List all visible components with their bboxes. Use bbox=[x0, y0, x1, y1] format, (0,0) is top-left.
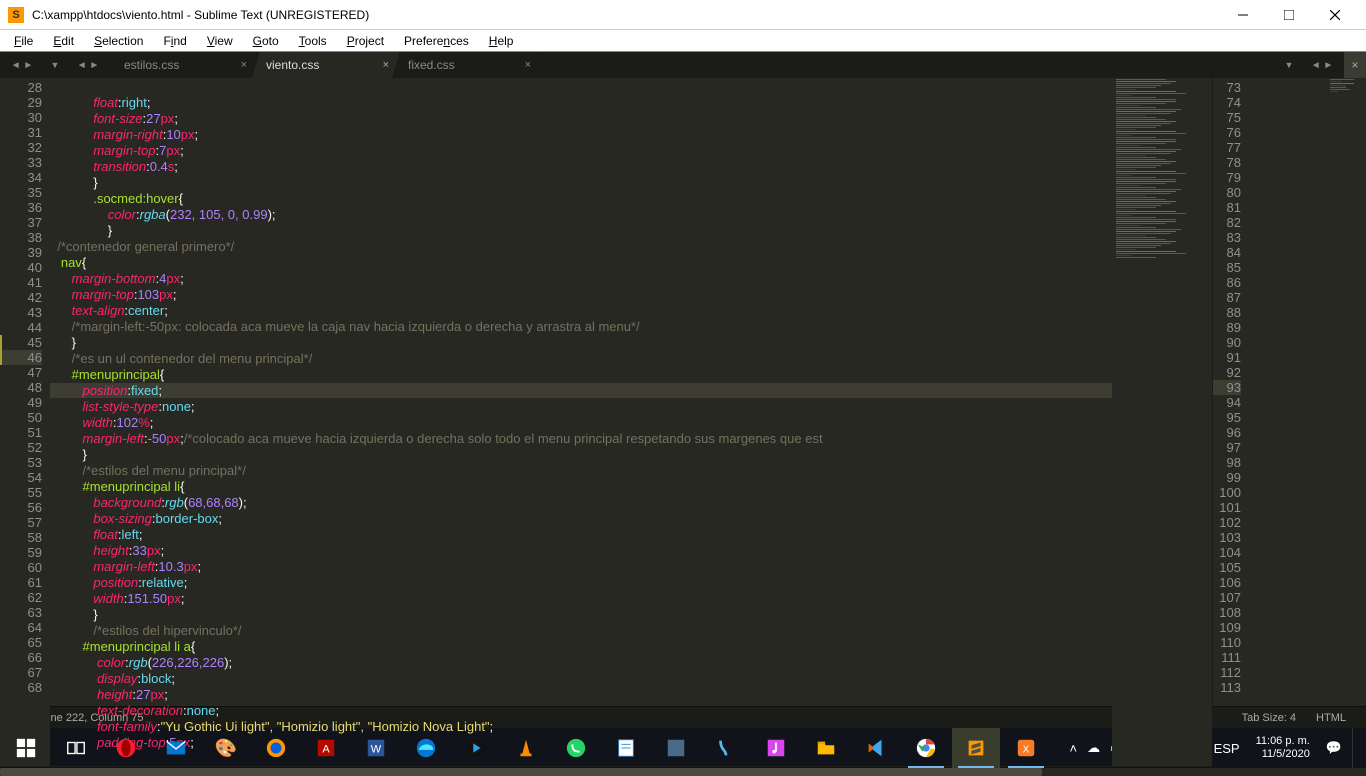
start-button[interactable] bbox=[2, 728, 50, 768]
close-icon[interactable]: × bbox=[383, 59, 389, 71]
pane-tab-dropdown-right[interactable]: ▼ bbox=[1278, 60, 1300, 70]
maximize-button[interactable] bbox=[1266, 0, 1312, 30]
taskbar-app-explorer[interactable] bbox=[802, 728, 850, 768]
title-bar: S C:\xampp\htdocs\viento.html - Sublime … bbox=[0, 0, 1366, 30]
taskbar-app-firefox[interactable] bbox=[252, 728, 300, 768]
show-desktop-button[interactable] bbox=[1352, 728, 1358, 768]
close-icon[interactable]: × bbox=[241, 59, 247, 71]
close-icon[interactable]: × bbox=[525, 59, 531, 71]
pane-tab-dropdown[interactable]: ▼ bbox=[44, 52, 66, 78]
app-logo-icon: S bbox=[8, 7, 24, 23]
line-gutter-right[interactable]: 7374757677787980818283848586878889909192… bbox=[1213, 78, 1247, 706]
task-view-button[interactable] bbox=[52, 728, 100, 768]
code-editor[interactable]: float:right; font-size:27px; margin-righ… bbox=[50, 78, 1112, 766]
editor-area: 2829303132333435363738394041424344454647… bbox=[0, 78, 1366, 706]
menu-edit[interactable]: Edit bbox=[45, 32, 82, 50]
minimap-right[interactable] bbox=[1326, 78, 1366, 706]
svg-text:W: W bbox=[371, 744, 382, 756]
taskbar-app-chrome[interactable] bbox=[902, 728, 950, 768]
menu-bar: File Edit Selection Find View Goto Tools… bbox=[0, 30, 1366, 52]
menu-view[interactable]: View bbox=[199, 32, 241, 50]
taskbar-app-edge[interactable] bbox=[402, 728, 450, 768]
editor-pane-right: 7374757677787980818283848586878889909192… bbox=[1212, 78, 1366, 706]
pane-nav-left-arrows[interactable]: ◄ ► bbox=[0, 52, 44, 78]
taskbar-app-mail[interactable] bbox=[152, 728, 200, 768]
taskbar-app-word[interactable]: W bbox=[352, 728, 400, 768]
close-button[interactable] bbox=[1312, 0, 1358, 30]
tray-notifications-icon[interactable]: 💬 bbox=[1326, 740, 1342, 756]
taskbar-app-xampp[interactable]: X bbox=[1002, 728, 1050, 768]
tab-size[interactable]: Tab Size: 4 bbox=[1232, 712, 1306, 724]
line-gutter[interactable]: 2829303132333435363738394041424344454647… bbox=[0, 78, 50, 766]
tab-estilos[interactable]: estilos.css× bbox=[110, 52, 258, 78]
taskbar-app-opera[interactable] bbox=[102, 728, 150, 768]
taskbar-app-sublime[interactable] bbox=[952, 728, 1000, 768]
close-pane-button[interactable]: × bbox=[1344, 52, 1366, 78]
code-editor-right[interactable] bbox=[1247, 78, 1326, 706]
editor-pane-left: 2829303132333435363738394041424344454647… bbox=[0, 78, 1212, 706]
menu-file[interactable]: File bbox=[6, 32, 41, 50]
taskbar-app-iwp[interactable] bbox=[652, 728, 700, 768]
taskbar-app-vlc[interactable] bbox=[502, 728, 550, 768]
menu-project[interactable]: Project bbox=[339, 32, 392, 50]
tray-language[interactable]: ESP bbox=[1214, 741, 1240, 756]
taskbar-app-notepad[interactable] bbox=[602, 728, 650, 768]
syntax-mode[interactable]: HTML bbox=[1306, 712, 1356, 724]
menu-find[interactable]: Find bbox=[155, 32, 194, 50]
taskbar-app-kmplayer[interactable] bbox=[452, 728, 500, 768]
menu-goto[interactable]: Goto bbox=[245, 32, 287, 50]
svg-text:A: A bbox=[322, 744, 330, 756]
window-title: C:\xampp\htdocs\viento.html - Sublime Te… bbox=[32, 8, 1220, 22]
taskbar-app-vscode[interactable] bbox=[852, 728, 900, 768]
tray-clock[interactable]: 11:06 p. m. 11/5/2020 bbox=[1250, 735, 1316, 761]
tab-strip: ◄ ► ▼ ◄ ► estilos.css× viento.css× fixed… bbox=[0, 52, 1366, 78]
svg-text:X: X bbox=[1023, 745, 1030, 756]
menu-preferences[interactable]: Preferences bbox=[396, 32, 477, 50]
pane-nav-right-arrows[interactable]: ◄ ► bbox=[1300, 60, 1344, 71]
taskbar-app-whatsapp[interactable] bbox=[552, 728, 600, 768]
pane-nav-arrows-2[interactable]: ◄ ► bbox=[66, 52, 110, 78]
menu-help[interactable]: Help bbox=[481, 32, 522, 50]
menu-tools[interactable]: Tools bbox=[291, 32, 335, 50]
taskbar-app-screenpresso[interactable] bbox=[702, 728, 750, 768]
menu-selection[interactable]: Selection bbox=[86, 32, 151, 50]
tab-fixed[interactable]: fixed.css× bbox=[394, 52, 542, 78]
minimize-button[interactable] bbox=[1220, 0, 1266, 30]
minimap[interactable] bbox=[1112, 78, 1212, 766]
taskbar-app-acrobat[interactable]: A bbox=[302, 728, 350, 768]
taskbar-app-paint[interactable]: 🎨 bbox=[202, 728, 250, 768]
taskbar-app-music[interactable] bbox=[752, 728, 800, 768]
tab-viento[interactable]: viento.css× bbox=[252, 52, 400, 78]
